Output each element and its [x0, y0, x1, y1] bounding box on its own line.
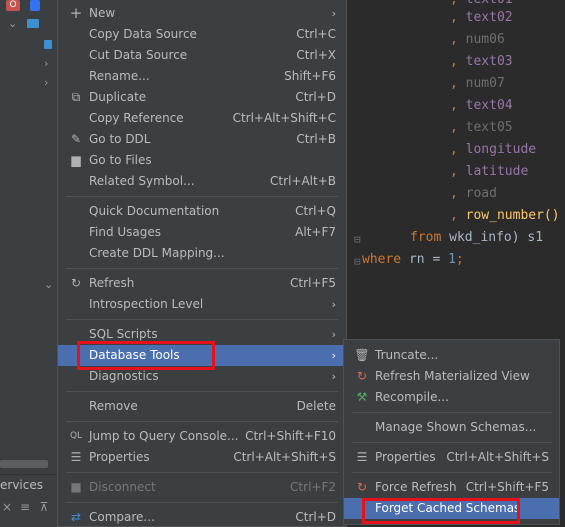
schema-icon [44, 40, 52, 49]
code-line: , text05 [450, 120, 513, 135]
duplicate-icon: ⧉ [71, 90, 81, 104]
menu-separator [352, 442, 552, 443]
console-icon: QL [69, 431, 83, 441]
menu-item-manage-shown-schemas[interactable]: Manage Shown Schemas... [344, 417, 559, 438]
menu-item-database-tools[interactable]: Database Tools › [58, 345, 346, 366]
menu-item-related-symbol[interactable]: Related Symbol... Ctrl+Alt+B [58, 171, 346, 192]
code-line: , text04 [450, 98, 513, 113]
properties-icon: ☰ [70, 450, 82, 464]
menu-item-copy-reference[interactable]: Copy Reference Ctrl+Alt+Shift+C [58, 108, 346, 129]
menu-item-find-usages[interactable]: Find Usages Alt+F7 [58, 222, 346, 243]
code-line: , road [450, 186, 497, 201]
menu-item-properties[interactable]: ☰ Properties Ctrl+Alt+Shift+S [344, 447, 559, 468]
menu-item-rename[interactable]: Rename... Shift+F6 [58, 66, 346, 87]
menu-item-force-refresh[interactable]: ↻ Force Refresh Ctrl+Shift+F5 [344, 477, 559, 498]
collapse-icon[interactable]: ⊼ [37, 500, 51, 516]
menu-item-go-to-files[interactable]: ▆ Go to Files [58, 150, 346, 171]
menu-item-truncate[interactable]: 🗑 Truncate... [344, 345, 559, 366]
chevron-right-icon: › [331, 370, 336, 383]
menu-item-cut-data-source[interactable]: Cut Data Source Ctrl+X [58, 45, 346, 66]
menu-item-refresh-materialized-view[interactable]: ↻ Refresh Materialized View [344, 366, 559, 387]
refresh-icon: ↻ [356, 369, 368, 383]
project-tree-panel: O ⌄ › › ⌄ ervices × ≡ ⊼ [0, 0, 57, 527]
code-line: , latitude [450, 164, 529, 179]
menu-item-create-ddl-mapping[interactable]: Create DDL Mapping... [58, 243, 346, 264]
properties-icon: ☰ [356, 450, 368, 464]
menu-item-duplicate[interactable]: ⧉ Duplicate Ctrl+D [58, 87, 346, 108]
menu-item-forget-cached-schemas[interactable]: Forget Cached Schemas [344, 498, 559, 519]
chevron-right-icon: › [331, 7, 336, 20]
menu-separator [66, 196, 338, 197]
chevron-down-icon[interactable]: ⌄ [8, 17, 17, 30]
services-tab-label[interactable]: ervices [0, 478, 43, 492]
chevron-right-icon[interactable]: › [44, 76, 48, 89]
code-line: , num06 [450, 32, 505, 47]
fold-marker-icon[interactable]: ⊟ [354, 233, 361, 246]
menu-item-compare[interactable]: ⇄ Compare... Ctrl+D [58, 507, 346, 527]
menu-separator [66, 502, 338, 503]
chevron-right-icon: › [331, 298, 336, 311]
pencil-icon: ✎ [70, 132, 82, 146]
menu-separator [66, 319, 338, 320]
menu-item-introspection-level[interactable]: Introspection Level › [58, 294, 346, 315]
menu-item-quick-documentation[interactable]: Quick Documentation Ctrl+Q [58, 201, 346, 222]
datasource-icon[interactable]: O [6, 0, 20, 11]
chevron-right-icon: › [331, 349, 336, 362]
menu-separator [66, 268, 338, 269]
menu-item-new[interactable]: + New › [58, 3, 346, 24]
chevron-right-icon[interactable]: › [44, 57, 48, 70]
plus-icon: + [69, 4, 83, 22]
code-line: , text03 [450, 54, 513, 69]
code-line: , row_number() [450, 208, 560, 223]
datasource-badge-icon [30, 0, 40, 11]
stop-icon: ■ [70, 480, 82, 494]
trash-icon: 🗑 [354, 348, 370, 362]
chevron-down-icon[interactable]: ⌄ [44, 278, 53, 291]
menu-item-go-to-ddl[interactable]: ✎ Go to DDL Ctrl+B [58, 129, 346, 150]
menu-item-refresh[interactable]: ↻ Refresh Ctrl+F5 [58, 273, 346, 294]
hammer-icon: ⚒ [356, 390, 368, 404]
code-line: where rn = 1; [362, 252, 464, 267]
menu-item-diagnostics[interactable]: Diagnostics › [58, 366, 346, 387]
compare-icon: ⇄ [70, 510, 82, 524]
menu-item-properties[interactable]: ☰ Properties Ctrl+Alt+Shift+S [58, 447, 346, 468]
menu-item-sql-scripts[interactable]: SQL Scripts › [58, 324, 346, 345]
database-icon [27, 19, 39, 28]
horizontal-scrollbar[interactable] [0, 460, 48, 468]
refresh-icon: ↻ [356, 480, 368, 494]
code-line: , text02 [450, 10, 513, 25]
refresh-icon: ↻ [70, 276, 82, 290]
menu-separator [66, 472, 338, 473]
menu-separator [352, 472, 552, 473]
close-icon[interactable]: × [0, 500, 14, 516]
chevron-right-icon: › [331, 328, 336, 341]
context-menu: + New › Copy Data Source Ctrl+C Cut Data… [57, 0, 347, 527]
code-line: , num07 [450, 76, 505, 91]
menu-separator [66, 421, 338, 422]
code-line: , text01 [450, 0, 513, 9]
menu-item-recompile[interactable]: ⚒ Recompile... [344, 387, 559, 408]
menu-item-disconnect[interactable]: ■ Disconnect Ctrl+F2 [58, 477, 346, 498]
folder-icon: ▆ [71, 153, 81, 167]
menu-separator [66, 391, 338, 392]
menu-item-remove[interactable]: Remove Delete [58, 396, 346, 417]
menu-separator [352, 412, 552, 413]
code-line: from wkd_info) s1 [410, 230, 544, 245]
align-icon[interactable]: ≡ [18, 500, 32, 516]
fold-marker-icon[interactable]: ⊟ [354, 255, 361, 268]
database-tools-submenu: 🗑 Truncate... ↻ Refresh Materialized Vie… [343, 339, 560, 525]
code-line: , longitude [450, 142, 537, 157]
menu-item-jump-to-query-console[interactable]: QL Jump to Query Console... Ctrl+Shift+F… [58, 426, 346, 447]
menu-item-copy-data-source[interactable]: Copy Data Source Ctrl+C [58, 24, 346, 45]
